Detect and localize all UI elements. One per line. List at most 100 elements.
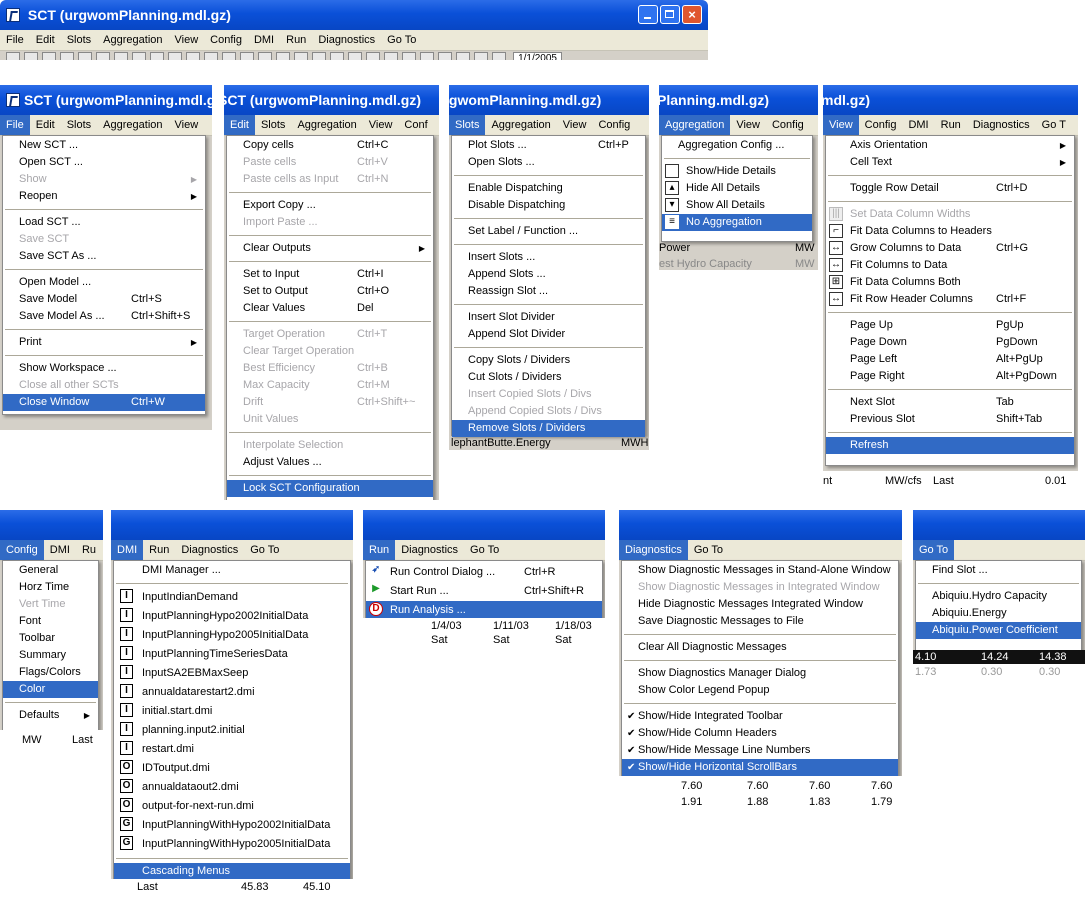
menu-slots[interactable]: Slots [449,115,486,135]
menu-item-export-copy[interactable]: Export Copy ... [227,197,433,214]
menu-item-copy-slots-dividers[interactable]: Copy Slots / Dividers [452,352,645,369]
menu-goto[interactable]: Go To [381,30,422,50]
menu-item-clear-values[interactable]: Clear Values Del [227,300,433,317]
menu-item-show-hide-details[interactable]: Show/Hide Details [662,163,812,180]
menu-aggregation[interactable]: Aggregation [485,115,556,135]
menu-config[interactable]: Config [859,115,903,135]
menu-file[interactable]: File [0,115,30,135]
menu-item-fit-data-columns-both[interactable]: ⊞ Fit Data Columns Both [826,274,1074,291]
menu-view[interactable]: View [169,115,205,135]
menu-item-clear-outputs[interactable]: Clear Outputs ▶ [227,240,433,257]
menu-goto[interactable]: Go To [244,540,285,560]
menu-file[interactable]: File [0,30,30,50]
menu-item-show-diag-manager[interactable]: Show Diagnostics Manager Dialog [622,665,898,682]
menu-item-fit-row-header-columns[interactable]: ↔ Fit Row Header Columns Ctrl+F [826,291,1074,308]
tool-icon[interactable] [456,52,470,60]
tool-icon[interactable] [24,52,38,60]
close-icon[interactable]: × [682,5,702,24]
menu-item-dmi[interactable]: Iannualdatarestart2.dmi [114,683,350,702]
menu-item-dmi[interactable]: O IDToutput.dmi [114,759,350,778]
menu-item-open-sct[interactable]: Open SCT ... [3,154,205,171]
menu-item-toggle-row-detail[interactable]: Toggle Row Detail Ctrl+D [826,180,1074,197]
menu-diagnostics[interactable]: Diagnostics [619,540,688,560]
tool-icon[interactable] [330,52,344,60]
menu-item-color[interactable]: Color [3,681,98,698]
menu-item-dmi[interactable]: Irestart.dmi [114,740,350,759]
menu-item-summary[interactable]: Summary [3,647,98,664]
menu-item-defaults[interactable]: Defaults ▶ [3,707,98,724]
menu-item-reopen[interactable]: Reopen ▶ [3,188,205,205]
menu-item-insert-slot-divider[interactable]: Insert Slot Divider [452,309,645,326]
menu-diagnostics[interactable]: Diagnostics [967,115,1036,135]
tool-icon[interactable] [132,52,146,60]
menu-config[interactable]: Config [766,115,810,135]
menu-item-reassign-slot[interactable]: Reassign Slot ... [452,283,645,300]
menu-item-enable-dispatching[interactable]: Enable Dispatching [452,180,645,197]
menu-item-append-slot-divider[interactable]: Append Slot Divider [452,326,645,343]
tool-icon[interactable] [60,52,74,60]
menu-item-load-sct[interactable]: Load SCT ... [3,214,205,231]
menu-item-dmi[interactable]: I InputPlanningTimeSeriesData [114,645,350,664]
menu-item-close-window[interactable]: Close Window Ctrl+W [3,394,205,411]
menu-item-goto-slot[interactable]: Abiquiu.Hydro Capacity [916,588,1081,605]
menu-slots[interactable]: Slots [61,30,97,50]
tool-icon[interactable] [6,52,20,60]
menu-config[interactable]: Config [0,540,44,560]
menu-item-next-slot[interactable]: Next Slot Tab [826,394,1074,411]
menu-item-disable-dispatching[interactable]: Disable Dispatching [452,197,645,214]
menu-item-cut-slots-dividers[interactable]: Cut Slots / Dividers [452,369,645,386]
menu-dmi[interactable]: DMI [111,540,144,560]
menu-item-save-model-as[interactable]: Save Model As ... Ctrl+Shift+S [3,308,205,325]
menu-item-toggle-column-headers[interactable]: ✔ Show/Hide Column Headers [622,725,898,742]
menu-goto[interactable]: Go T [1036,115,1072,135]
tool-icon[interactable] [384,52,398,60]
menu-item-cell-text[interactable]: Cell Text ▶ [826,154,1074,171]
menu-run[interactable]: Ru [76,540,102,560]
menu-item-find-slot[interactable]: Find Slot ... [916,562,1081,579]
menu-item-horz-time[interactable]: Horz Time [3,579,98,596]
menu-dmi[interactable]: DMI [248,30,280,50]
menu-item-show-diag-standalone[interactable]: Show Diagnostic Messages in Stand-Alone … [622,562,898,579]
menu-item-dmi[interactable]: G InputPlanningWithHypo2005InitialData [114,835,350,854]
menu-item-dmi[interactable]: I InputPlanningHypo2005InitialData [114,626,350,645]
menu-item-toggle-horizontal-scrollbars[interactable]: ✔ Show/Hide Horizontal ScrollBars [622,759,898,776]
tool-icon[interactable] [312,52,326,60]
tool-icon[interactable] [186,52,200,60]
tool-icon[interactable] [204,52,218,60]
menu-dmi[interactable]: DMI [44,540,76,560]
menu-run[interactable]: Run [280,30,312,50]
menu-item-grow-columns-to-data[interactable]: ↔ Grow Columns to Data Ctrl+G [826,240,1074,257]
menu-item-page-right[interactable]: Page Right Alt+PgDown [826,368,1074,385]
top-window-title-bar[interactable]: SCT (urgwomPlanning.mdl.gz) [0,0,708,30]
menu-diagnostics[interactable]: Diagnostics [395,540,464,560]
menu-item-dmi[interactable]: I InputSA2EBMaxSeep [114,664,350,683]
menu-item-flags-colors[interactable]: Flags/Colors [3,664,98,681]
menu-goto[interactable]: Go To [688,540,729,560]
menu-item-dmi[interactable]: G InputPlanningWithHypo2002InitialData [114,816,350,835]
menu-item-save-model[interactable]: Save Model Ctrl+S [3,291,205,308]
tool-icon[interactable] [96,52,110,60]
tool-icon[interactable] [42,52,56,60]
menu-item-toggle-line-numbers[interactable]: ✔ Show/Hide Message Line Numbers [622,742,898,759]
minimize-icon[interactable] [638,5,658,24]
menu-diagnostics[interactable]: Diagnostics [175,540,244,560]
tool-icon[interactable] [438,52,452,60]
menu-item-open-slots[interactable]: Open Slots ... [452,154,645,171]
tool-icon[interactable] [276,52,290,60]
menu-item-show-workspace[interactable]: Show Workspace ... [3,360,205,377]
menu-slots[interactable]: Slots [255,115,291,135]
menu-aggregation[interactable]: Aggregation [97,115,168,135]
menu-goto[interactable]: Go To [464,540,505,560]
menu-item-page-down[interactable]: Page Down PgDown [826,334,1074,351]
tool-icon[interactable] [222,52,236,60]
menu-item-save-diag-to-file[interactable]: Save Diagnostic Messages to File [622,613,898,630]
menu-item-show-color-legend[interactable]: Show Color Legend Popup [622,682,898,699]
menu-view[interactable]: View [823,115,859,135]
menu-item-set-to-input[interactable]: Set to Input Ctrl+I [227,266,433,283]
menu-edit[interactable]: Edit [30,115,61,135]
menu-item-dmi[interactable]: Iinitial.start.dmi [114,702,350,721]
tool-icon[interactable] [348,52,362,60]
menu-item-adjust-values[interactable]: Adjust Values ... [227,454,433,471]
menu-item-dmi[interactable]: I InputPlanningHypo2002InitialData [114,607,350,626]
menu-view[interactable]: View [557,115,593,135]
